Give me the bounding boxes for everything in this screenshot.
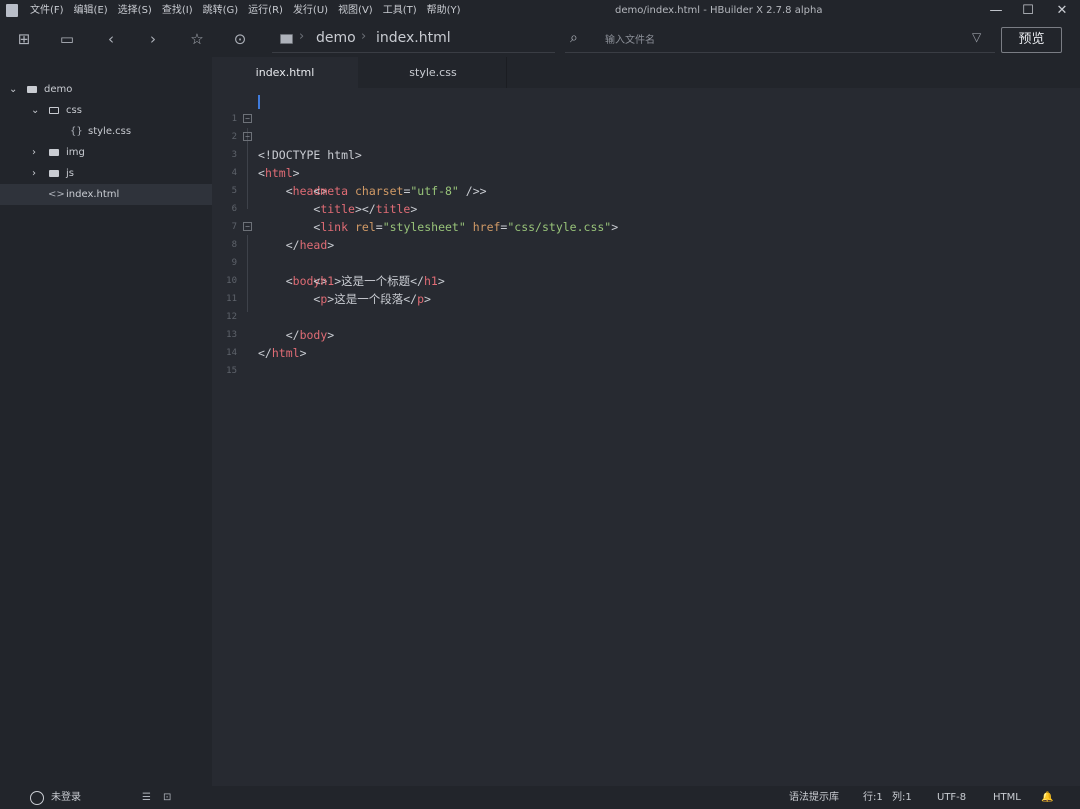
tree-item-img[interactable]: › img <box>0 142 212 163</box>
text-cursor <box>258 95 260 109</box>
tree-item-label: demo <box>44 84 73 95</box>
menu-help[interactable]: 帮助(Y) <box>427 0 461 22</box>
menu-find[interactable]: 查找(I) <box>162 0 193 22</box>
fold-toggle-icon[interactable]: − <box>243 114 252 123</box>
fold-toggle-icon[interactable]: − <box>243 132 252 141</box>
line-number: 15 <box>226 366 237 376</box>
chevron-right-icon[interactable]: › <box>32 142 36 163</box>
filter-icon[interactable]: ▽ <box>972 30 981 44</box>
search-input[interactable] <box>603 31 947 49</box>
menu-view[interactable]: 视图(V) <box>338 0 373 22</box>
window-title: demo/index.html - HBuilder X 2.7.8 alpha <box>615 5 823 16</box>
chevron-right-icon: › <box>299 29 305 44</box>
folder-open-icon <box>49 107 59 114</box>
status-bar: 未登录 ☰ ⊡ 语法提示库 行:1 列:1 UTF-8 HTML 🔔 <box>0 786 1080 809</box>
code-editor[interactable]: 1 <!DOCTYPE html> 2 − <html> 3 − <head> … <box>212 88 1080 786</box>
tree-item-label: index.html <box>66 189 120 200</box>
project-explorer: ⌄ demo ⌄ css {} style.css › img › js <> … <box>0 57 212 786</box>
tree-item-index-html[interactable]: <> index.html <box>0 184 212 205</box>
minimize-icon[interactable]: — <box>987 2 1005 20</box>
tree-item-js[interactable]: › js <box>0 163 212 184</box>
tab-style-css[interactable]: style.css <box>360 57 507 88</box>
star-icon[interactable]: ☆ <box>187 29 207 49</box>
maximize-icon[interactable]: ☐ <box>1019 2 1037 20</box>
code-line: 7 </head> <box>212 200 1080 252</box>
menu-publish[interactable]: 发行(U) <box>293 0 328 22</box>
menu-goto[interactable]: 跳转(G) <box>203 0 239 22</box>
login-status[interactable]: 未登录 <box>51 786 81 809</box>
project-folder-icon <box>27 86 37 93</box>
encoding[interactable]: UTF-8 <box>937 786 966 809</box>
folder-icon <box>49 149 59 156</box>
tree-item-label: img <box>66 147 85 158</box>
save-icon[interactable]: ▭ <box>57 29 77 49</box>
new-file-icon[interactable]: ⊞ <box>14 29 34 49</box>
editor-tabs: index.html style.css <box>212 57 1080 88</box>
close-icon[interactable]: ✕ <box>1053 2 1071 20</box>
code-line: 9 <h1>这是一个标题</h1> <box>212 236 1080 288</box>
code-line: 14 <box>212 326 1080 358</box>
run-icon[interactable]: ⊙ <box>230 29 250 49</box>
css-file-icon: {} <box>70 126 83 137</box>
code-line: 15 <box>212 344 1080 376</box>
code-line: 13 </html> <box>212 308 1080 360</box>
forward-icon[interactable]: › <box>143 29 163 49</box>
fold-toggle-icon[interactable]: − <box>243 222 252 231</box>
list-icon[interactable]: ☰ <box>142 786 151 809</box>
tree-item-style-css[interactable]: {} style.css <box>0 121 212 142</box>
tree-item-demo[interactable]: ⌄ demo <box>0 79 212 100</box>
chevron-down-icon[interactable]: ⌄ <box>31 100 39 121</box>
search-file-icon[interactable]: ⌕ <box>570 30 588 48</box>
code-line: 8 − <body> <box>212 218 1080 288</box>
terminal-icon[interactable]: ⊡ <box>163 786 171 809</box>
cursor-row[interactable]: 行:1 <box>863 786 883 809</box>
menu-run[interactable]: 运行(R) <box>248 0 283 22</box>
menu-edit[interactable]: 编辑(E) <box>74 0 108 22</box>
chevron-down-icon[interactable]: ⌄ <box>9 79 17 100</box>
chevron-right-icon: › <box>361 29 367 44</box>
menu-tools[interactable]: 工具(T) <box>383 0 417 22</box>
breadcrumb-item-file[interactable]: index.html <box>376 30 451 46</box>
preview-button[interactable]: 预览 <box>1001 27 1062 53</box>
code-line: 4 <meta charset="utf-8" />> <box>212 146 1080 198</box>
chevron-right-icon[interactable]: › <box>32 163 36 184</box>
tree-item-label: css <box>66 105 82 116</box>
menu-select[interactable]: 选择(S) <box>118 0 152 22</box>
code-line: 6 <link rel="stylesheet" href="css/style… <box>212 182 1080 234</box>
hbuilder-logo-icon <box>6 4 18 17</box>
breadcrumb: › demo › index.html <box>272 27 555 53</box>
tree-item-css[interactable]: ⌄ css <box>0 100 212 121</box>
user-avatar-icon[interactable] <box>30 791 44 805</box>
language-mode[interactable]: HTML <box>993 786 1021 809</box>
code-line: 11 <box>212 272 1080 304</box>
cursor-col[interactable]: 列:1 <box>892 786 912 809</box>
code-line: 5 <title></title> <box>212 164 1080 216</box>
bell-icon[interactable]: 🔔 <box>1041 786 1053 809</box>
code-line: 1 <!DOCTYPE html> <box>212 92 1080 162</box>
code-line: 2 − <html> <box>212 110 1080 180</box>
title-bar: 文件(F) 编辑(E) 选择(S) 查找(I) 跳转(G) 运行(R) 发行(U… <box>0 0 1080 22</box>
code-line: 3 − <head> <box>212 128 1080 198</box>
menu-file[interactable]: 文件(F) <box>30 0 64 22</box>
folder-icon <box>280 34 293 44</box>
tab-index-html[interactable]: index.html <box>212 57 358 88</box>
back-icon[interactable]: ‹ <box>101 29 121 49</box>
tree-item-label: js <box>66 168 74 179</box>
code-line: 10 <p>这是一个段落</p> <box>212 254 1080 306</box>
tree-item-label: style.css <box>88 126 132 137</box>
code-line: 12 </body> <box>212 290 1080 342</box>
menu-bar: 文件(F) 编辑(E) 选择(S) 查找(I) 跳转(G) 运行(R) 发行(U… <box>30 0 471 22</box>
html-file-icon: <> <box>48 189 65 200</box>
folder-icon <box>49 170 59 177</box>
breadcrumb-item-demo[interactable]: demo <box>316 30 356 46</box>
file-search: ⌕ ▽ <box>565 27 995 53</box>
syntax-library[interactable]: 语法提示库 <box>789 786 839 809</box>
